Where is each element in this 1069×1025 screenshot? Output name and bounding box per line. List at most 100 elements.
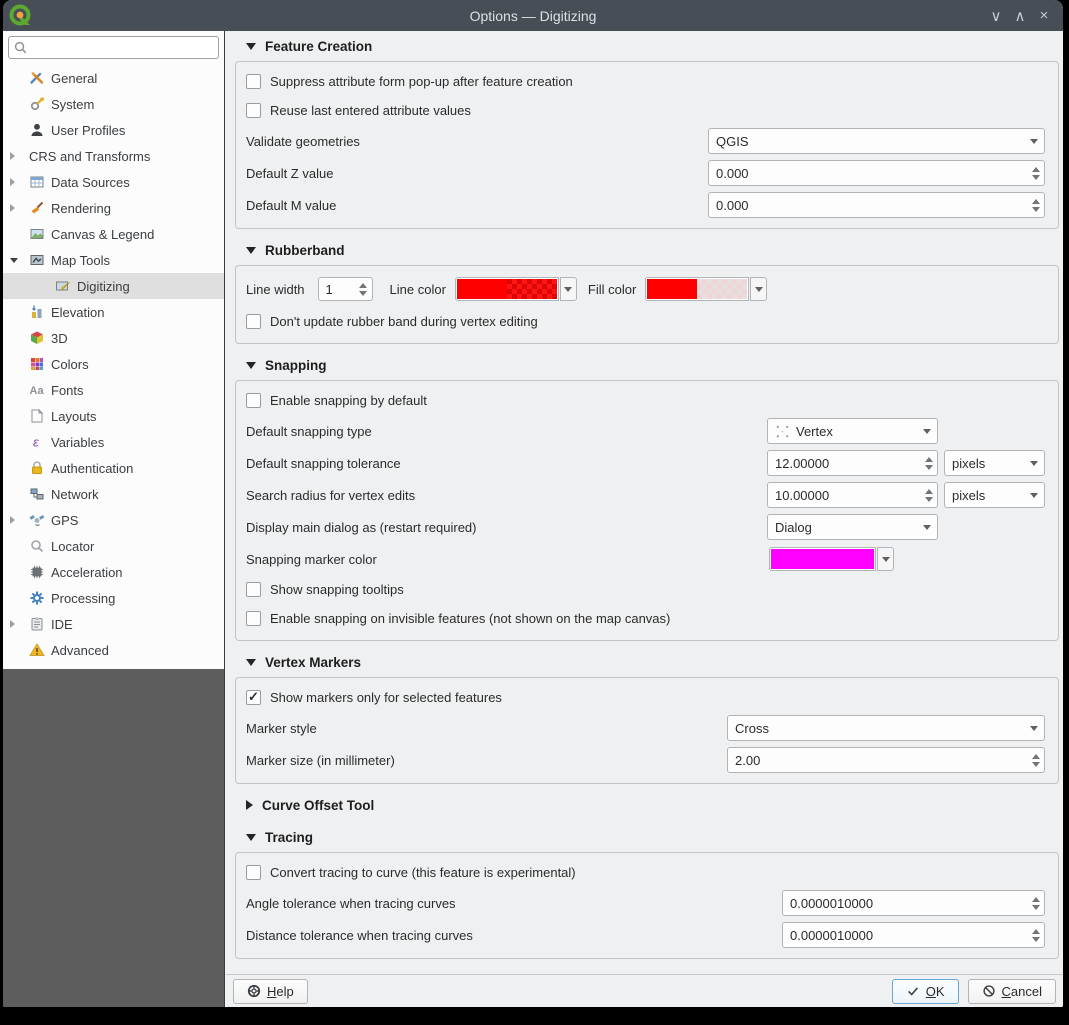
distance-tolerance-spinbox[interactable]: 0.0000010000 <box>782 922 1045 948</box>
sidebar-item-colors[interactable]: Colors <box>3 351 224 377</box>
spin-arrows[interactable] <box>920 483 937 507</box>
line-width-spinbox[interactable]: 1 <box>317 277 373 301</box>
sidebar-item-digitizing[interactable]: Digitizing <box>3 273 224 299</box>
spin-arrows[interactable] <box>920 451 937 475</box>
reuse-attribute-values-checkbox[interactable] <box>246 103 261 118</box>
sidebar-item-system[interactable]: System <box>3 91 224 117</box>
snapping-type-select[interactable]: Vertex <box>767 418 938 444</box>
snapping-marker-color-dropdown-button[interactable] <box>877 547 894 571</box>
sidebar-item-label: System <box>51 96 95 112</box>
sidebar-item-map-tools[interactable]: Map Tools <box>3 247 224 273</box>
line-color-dropdown-button[interactable] <box>559 277 577 301</box>
tree-expanded-arrow-icon[interactable] <box>10 258 29 263</box>
dont-update-rubberband-checkbox[interactable] <box>246 314 261 329</box>
section-rubberband-header[interactable]: Rubberband <box>235 239 1059 261</box>
sidebar-item-network[interactable]: Network <box>3 481 224 507</box>
search-radius-spinbox[interactable]: 10.00000 <box>767 482 938 508</box>
sidebar-item-advanced[interactable]: Advanced <box>3 637 224 663</box>
line-color-button[interactable] <box>454 277 559 301</box>
settings-content: Feature Creation Suppress attribute form… <box>226 31 1063 1007</box>
section-title: Feature Creation <box>265 38 373 54</box>
sidebar-item-locator[interactable]: Locator <box>3 533 224 559</box>
sidebar-item-fonts[interactable]: Aa Fonts <box>3 377 224 403</box>
tree-collapsed-arrow-icon[interactable] <box>10 152 29 160</box>
suppress-attribute-form-checkbox[interactable] <box>246 74 261 89</box>
tree-collapsed-arrow-icon[interactable] <box>10 516 29 524</box>
close-button[interactable]: × <box>1035 7 1053 25</box>
angle-tolerance-spinbox[interactable]: 0.0000010000 <box>782 890 1045 916</box>
spin-arrows[interactable] <box>1027 923 1044 947</box>
sidebar-item-user-profiles[interactable]: User Profiles <box>3 117 224 143</box>
default-z-spinbox[interactable]: 0.000 <box>708 160 1045 186</box>
default-m-spinbox[interactable]: 0.000 <box>708 192 1045 218</box>
sidebar-item-3d[interactable]: 3D <box>3 325 224 351</box>
marker-size-spinbox[interactable]: 2.00 <box>727 747 1045 773</box>
tree-collapsed-arrow-icon[interactable] <box>10 620 29 628</box>
shade-button[interactable]: ∨ <box>987 7 1005 25</box>
help-icon <box>247 984 261 998</box>
sidebar-item-layouts[interactable]: Layouts <box>3 403 224 429</box>
sidebar-item-data-sources[interactable]: Data Sources <box>3 169 224 195</box>
sidebar-item-elevation[interactable]: Elevation <box>3 299 224 325</box>
snapping-tolerance-unit-select[interactable]: pixels <box>944 450 1045 476</box>
section-curve-offset-header[interactable]: Curve Offset Tool <box>235 794 1059 816</box>
spin-arrows[interactable] <box>355 278 372 300</box>
validate-geometries-value: QGIS <box>716 133 749 149</box>
spin-arrows[interactable] <box>1027 161 1044 185</box>
sidebar-item-gps[interactable]: GPS <box>3 507 224 533</box>
collapse-arrow-icon <box>246 658 256 666</box>
sidebar-item-rendering[interactable]: Rendering <box>3 195 224 221</box>
fill-color-dropdown-button[interactable] <box>750 277 768 301</box>
sidebar-item-processing[interactable]: Processing <box>3 585 224 611</box>
sidebar-item-acceleration[interactable]: Acceleration <box>3 559 224 585</box>
search-input[interactable] <box>31 37 216 58</box>
section-tracing-header[interactable]: Tracing <box>235 826 1059 848</box>
sidebar-item-variables[interactable]: ε Variables <box>3 429 224 455</box>
sidebar-item-crs-transforms[interactable]: CRS and Transforms <box>3 143 224 169</box>
sidebar-item-label: Authentication <box>51 460 134 476</box>
cancel-button[interactable]: Cancel <box>967 978 1056 1004</box>
spin-arrows[interactable] <box>1027 748 1044 772</box>
sidebar-item-canvas-legend[interactable]: Canvas & Legend <box>3 221 224 247</box>
snapping-tooltips-checkbox[interactable] <box>246 582 261 597</box>
titlebar[interactable]: Options — Digitizing ∨ ∧ × <box>3 0 1063 31</box>
marker-size-value: 2.00 <box>735 752 761 768</box>
sidebar-item-label: Colors <box>51 356 89 372</box>
convert-tracing-checkbox[interactable] <box>246 865 261 880</box>
marker-style-select[interactable]: Cross <box>727 715 1045 741</box>
sidebar-item-label: Network <box>51 486 99 502</box>
rubberband-group: Line width 1 Line color Fill color Don't… <box>235 265 1059 344</box>
reuse-attribute-values-label: Reuse last entered attribute values <box>270 103 471 118</box>
snapping-marker-color-button[interactable] <box>769 547 876 571</box>
snapping-type-label: Default snapping type <box>246 423 372 439</box>
sidebar-list: General System User Profiles CRS and Transf… <box>3 62 224 669</box>
general-icon <box>29 70 51 86</box>
sidebar-item-authentication[interactable]: Authentication <box>3 455 224 481</box>
fill-color-button[interactable] <box>645 277 750 301</box>
snapping-tolerance-spinbox[interactable]: 12.00000 <box>767 450 938 476</box>
section-vertex-markers-header[interactable]: Vertex Markers <box>235 651 1059 673</box>
unshade-button[interactable]: ∧ <box>1011 7 1029 25</box>
search-box[interactable] <box>8 36 219 59</box>
ok-button[interactable]: OK <box>891 978 959 1004</box>
section-feature-creation-header[interactable]: Feature Creation <box>235 35 1059 57</box>
spin-arrows[interactable] <box>1027 193 1044 217</box>
sidebar-item-ide[interactable]: IDE <box>3 611 224 637</box>
tree-collapsed-arrow-icon[interactable] <box>10 204 29 212</box>
main-dialog-select[interactable]: Dialog <box>767 514 938 540</box>
marker-style-label: Marker style <box>246 720 317 736</box>
show-markers-selected-checkbox[interactable] <box>246 689 261 705</box>
sidebar-item-general[interactable]: General <box>3 65 224 91</box>
help-button[interactable]: Help <box>233 978 308 1004</box>
tree-collapsed-arrow-icon[interactable] <box>10 178 29 186</box>
section-snapping-header[interactable]: Snapping <box>235 354 1059 376</box>
enable-snapping-checkbox[interactable] <box>246 393 261 408</box>
default-z-label: Default Z value <box>246 165 334 181</box>
gps-icon <box>29 512 51 528</box>
validate-geometries-select[interactable]: QGIS <box>708 128 1045 154</box>
snapping-invisible-features-checkbox[interactable] <box>246 611 261 626</box>
search-radius-unit-select[interactable]: pixels <box>944 482 1045 508</box>
spin-arrows[interactable] <box>1027 891 1044 915</box>
warning-icon <box>29 642 51 658</box>
default-m-label: Default M value <box>246 197 337 213</box>
